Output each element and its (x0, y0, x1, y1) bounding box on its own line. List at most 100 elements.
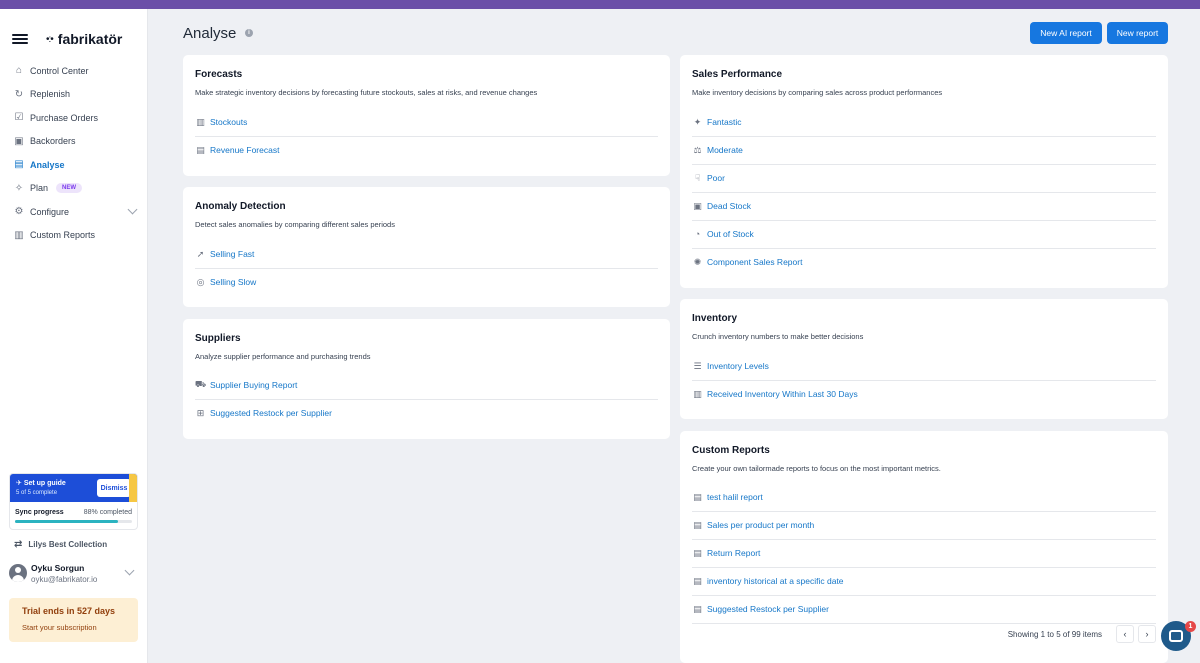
shuffle-icon: ⇄ (14, 539, 23, 550)
hamburger-menu-icon[interactable] (12, 34, 28, 44)
cart-icon: ⊞ (196, 407, 205, 418)
dead-stock-link[interactable]: ▣ Dead Stock (692, 199, 751, 213)
divider (692, 511, 1156, 512)
chat-icon (1169, 630, 1183, 642)
box-icon: ▣ (693, 200, 702, 211)
refresh-icon: ↻ (14, 88, 24, 100)
trial-banner[interactable]: Trial ends in 527 days Start your subscr… (9, 598, 138, 642)
out-of-stock-link[interactable]: ◔ Out of Stock (692, 227, 754, 241)
link-label: Fantastic (707, 117, 742, 127)
divider (692, 567, 1156, 568)
prev-page-button[interactable]: ‹ (1116, 625, 1134, 643)
pagination-summary: Showing 1 to 5 of 99 items (1007, 629, 1102, 639)
chevron-down-icon[interactable] (124, 565, 135, 576)
link-label: Component Sales Report (707, 257, 803, 267)
suggested-restock-link[interactable]: ⊞ Suggested Restock per Supplier (195, 406, 332, 420)
supplier-buying-report-link[interactable]: ⛟ Supplier Buying Report (194, 378, 298, 392)
custom-report-link[interactable]: ▤ Sales per product per month (692, 518, 814, 532)
document-icon: ▤ (693, 491, 702, 502)
store-switcher[interactable]: ⇄ Lilys Best Collection (14, 539, 107, 550)
component-sales-report-link[interactable]: ✺ Component Sales Report (692, 255, 803, 269)
divider (195, 136, 658, 137)
sidebar-item-label: Replenish (30, 89, 71, 100)
document-icon: ▤ (693, 519, 702, 530)
brand: •:• fabrikatör (12, 31, 122, 47)
moderate-link[interactable]: ⚖ Moderate (692, 143, 742, 157)
link-label: Out of Stock (707, 229, 754, 239)
card-description: Detect sales anomalies by comparing diff… (195, 220, 395, 229)
sidebar-item-label: Analyse (30, 159, 65, 170)
card-description: Create your own tailormade reports to fo… (692, 464, 941, 473)
card-description: Make inventory decisions by comparing sa… (692, 88, 943, 97)
rocket-icon: ➚ (196, 248, 205, 259)
sidebar-item-custom-reports[interactable]: ▥ Custom Reports (0, 224, 148, 248)
trial-title: Trial ends in 527 days (22, 606, 116, 616)
custom-report-link[interactable]: ▤ Return Report (692, 546, 760, 560)
sync-progress-fill (15, 520, 118, 523)
link-label: Selling Fast (210, 249, 255, 259)
received-inventory-link[interactable]: ▥ Received Inventory Within Last 30 Days (692, 387, 858, 401)
link-label: Received Inventory Within Last 30 Days (707, 389, 858, 399)
start-subscription-link[interactable]: Start your subscription (22, 623, 97, 632)
selling-slow-link[interactable]: ◎ Selling Slow (195, 275, 257, 289)
sidebar-item-configure[interactable]: ⚙ Configure (0, 200, 148, 224)
sidebar: •:• fabrikatör ⌂ Control Center ↻ Replen… (0, 9, 148, 663)
setup-guide-card: ✈ Set up guide 5 of 5 complete Dismiss S… (9, 473, 138, 530)
selling-fast-link[interactable]: ➚ Selling Fast (195, 247, 255, 261)
scale-icon: ⚖ (693, 144, 702, 155)
dismiss-button[interactable]: Dismiss (97, 479, 131, 497)
setup-guide-progress: 5 of 5 complete (16, 490, 58, 496)
link-label: Stockouts (210, 117, 248, 127)
stockouts-link[interactable]: ▥ Stockouts (195, 115, 247, 129)
sparkle-icon: ✦ (693, 116, 702, 127)
setup-guide-header[interactable]: ✈ Set up guide 5 of 5 complete Dismiss (10, 474, 137, 502)
sidebar-item-replenish[interactable]: ↻ Replenish (0, 83, 148, 107)
sidebar-item-control-center[interactable]: ⌂ Control Center (0, 59, 148, 83)
sidebar-item-plan[interactable]: ✧ Plan NEW (0, 177, 148, 201)
card-title: Suppliers (195, 333, 241, 344)
custom-report-link[interactable]: ▤ inventory historical at a specific date (692, 574, 843, 588)
fantastic-link[interactable]: ✦ Fantastic (692, 115, 742, 129)
next-page-button[interactable]: › (1138, 625, 1156, 643)
link-label: Suggested Restock per Supplier (707, 604, 829, 614)
rocket-icon: ✈ (16, 480, 24, 487)
link-label: test halil report (707, 492, 763, 502)
link-label: Poor (707, 173, 725, 183)
thumbs-down-icon: ☟ (694, 172, 701, 183)
poor-link[interactable]: ☟ Poor (692, 171, 725, 185)
card-title: Anomaly Detection (195, 201, 286, 212)
layers-icon: ☰ (693, 360, 702, 371)
sidebar-item-purchase-orders[interactable]: ☑ Purchase Orders (0, 106, 148, 130)
sidebar-nav: ⌂ Control Center ↻ Replenish ☑ Purchase … (0, 59, 148, 247)
sync-progress-row: Sync progress 88% completed (10, 502, 137, 516)
divider (692, 539, 1156, 540)
truck-icon: ⛟ (194, 379, 207, 389)
chevron-down-icon[interactable] (127, 204, 138, 215)
link-label: Supplier Buying Report (210, 380, 298, 390)
custom-reports-card: Custom Reports Create your own tailormad… (680, 431, 1168, 663)
brand-name: fabrikatör (57, 31, 123, 47)
user-menu[interactable]: Oyku Sorgun oyku@fabrikator.io (9, 562, 139, 590)
sidebar-item-backorders[interactable]: ▣ Backorders (0, 130, 148, 154)
clipboard-icon: ☑ (14, 112, 24, 124)
custom-report-link[interactable]: ▤ test halil report (692, 490, 763, 504)
link-label: Selling Slow (210, 277, 257, 287)
link-label: Sales per product per month (707, 520, 815, 530)
info-icon[interactable]: i (245, 29, 253, 37)
chat-notification-badge: 1 (1185, 621, 1196, 632)
custom-report-link[interactable]: ▤ Suggested Restock per Supplier (692, 602, 829, 616)
card-title: Inventory (692, 313, 738, 324)
new-report-button[interactable]: New report (1107, 22, 1168, 44)
inventory-levels-link[interactable]: ☰ Inventory Levels (692, 359, 768, 373)
sidebar-item-label: Control Center (30, 65, 89, 76)
chart-icon: ▥ (196, 116, 205, 127)
sidebar-item-analyse[interactable]: ▤ Analyse (0, 153, 148, 177)
document-icon: ▤ (196, 144, 205, 155)
bar-chart-icon: ▥ (693, 388, 702, 399)
bar-chart-icon: ▥ (14, 229, 24, 241)
new-badge: NEW (56, 183, 83, 194)
wand-icon: ✧ (14, 182, 24, 194)
sync-progress-bar (15, 520, 132, 523)
revenue-forecast-link[interactable]: ▤ Revenue Forecast (195, 143, 279, 157)
new-ai-report-button[interactable]: New AI report (1030, 22, 1102, 44)
